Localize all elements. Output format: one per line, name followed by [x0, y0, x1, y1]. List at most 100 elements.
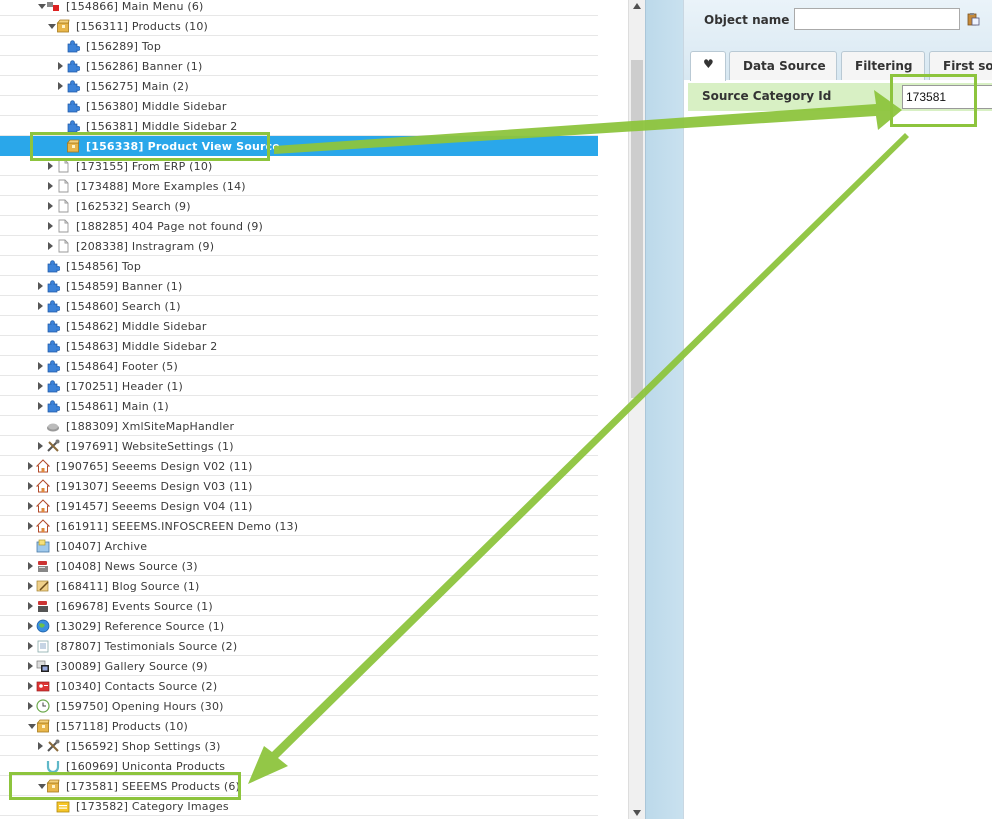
collapsed-arrow-icon[interactable]: [28, 622, 33, 630]
tree-row[interactable]: [154862] Middle Sidebar: [0, 316, 598, 336]
tree-row[interactable]: [154866] Main Menu (6): [0, 0, 598, 16]
tree-row[interactable]: [188285] 404 Page not found (9): [0, 216, 598, 236]
tree-row[interactable]: [169678] Events Source (1): [0, 596, 598, 616]
tab-data-source[interactable]: Data Source: [729, 51, 837, 80]
tree-row[interactable]: [156275] Main (2): [0, 76, 598, 96]
tree-row[interactable]: [156338] Product View Source: [0, 136, 598, 156]
tab-filtering[interactable]: Filtering: [841, 51, 925, 80]
tree-row-label: [208338] Instragram (9): [76, 240, 215, 253]
tree-row[interactable]: [10407] Archive: [0, 536, 598, 556]
tree-row-label: [156311] Products (10): [76, 20, 209, 33]
tree-row[interactable]: [10340] Contacts Source (2): [0, 676, 598, 696]
collapsed-arrow-icon[interactable]: [28, 502, 33, 510]
collapsed-arrow-icon[interactable]: [38, 402, 43, 410]
tree-row[interactable]: [87807] Testimonials Source (2): [0, 636, 598, 656]
tree-row-label: [30089] Gallery Source (9): [56, 660, 208, 673]
house-icon: [36, 479, 50, 493]
collapsed-arrow-icon[interactable]: [28, 522, 33, 530]
scroll-up-arrow-icon[interactable]: [633, 3, 641, 9]
tree-row[interactable]: [156592] Shop Settings (3): [0, 736, 598, 756]
tree-row-label: [154861] Main (1): [66, 400, 169, 413]
tree-row[interactable]: [159750] Opening Hours (30): [0, 696, 598, 716]
expanded-arrow-icon[interactable]: [38, 784, 46, 789]
folder-icon: [56, 801, 70, 813]
collapsed-arrow-icon[interactable]: [48, 242, 53, 250]
collapsed-arrow-icon[interactable]: [28, 702, 33, 710]
collapsed-arrow-icon[interactable]: [38, 302, 43, 310]
collapsed-arrow-icon[interactable]: [48, 162, 53, 170]
collapsed-arrow-icon[interactable]: [48, 202, 53, 210]
tree-row[interactable]: [154856] Top: [0, 256, 598, 276]
tree-row[interactable]: [154861] Main (1): [0, 396, 598, 416]
tab-favorites[interactable]: ♥: [690, 51, 726, 81]
tree-row[interactable]: [154864] Footer (5): [0, 356, 598, 376]
tree-row[interactable]: [188309] XmlSiteMapHandler: [0, 416, 598, 436]
tree-row[interactable]: [173581] SEEEMS Products (6): [0, 776, 598, 796]
tree-row[interactable]: [156286] Banner (1): [0, 56, 598, 76]
source-category-input[interactable]: [902, 85, 992, 109]
collapsed-arrow-icon[interactable]: [38, 442, 43, 450]
tree-row-label: [197691] WebsiteSettings (1): [66, 440, 234, 453]
tree-row[interactable]: [156381] Middle Sidebar 2: [0, 116, 598, 136]
collapsed-arrow-icon[interactable]: [28, 602, 33, 610]
tree-row[interactable]: [173488] More Examples (14): [0, 176, 598, 196]
object-name-input[interactable]: [794, 8, 960, 30]
tree-row[interactable]: [208338] Instragram (9): [0, 236, 598, 256]
tree-row-label: [162532] Search (9): [76, 200, 191, 213]
tree-scrollbar[interactable]: [628, 0, 645, 819]
tree-row[interactable]: [10408] News Source (3): [0, 556, 598, 576]
page-icon: [58, 159, 69, 173]
tree-row[interactable]: [154860] Search (1): [0, 296, 598, 316]
tree-row[interactable]: [161911] SEEEMS.INFOSCREEN Demo (13): [0, 516, 598, 536]
collapsed-arrow-icon[interactable]: [28, 562, 33, 570]
expanded-arrow-icon[interactable]: [48, 24, 56, 29]
tree-row[interactable]: [157118] Products (10): [0, 716, 598, 736]
collapsed-arrow-icon[interactable]: [28, 462, 33, 470]
scroll-down-arrow-icon[interactable]: [633, 810, 641, 816]
clipboard-icon[interactable]: [966, 12, 980, 26]
tree-row-label: [188309] XmlSiteMapHandler: [66, 420, 235, 433]
tab-first-source[interactable]: First so: [929, 51, 992, 80]
content-tree: [154866] Main Menu (6) [156311] Products …: [0, 0, 628, 819]
collapsed-arrow-icon[interactable]: [38, 742, 43, 750]
tree-row[interactable]: [154859] Banner (1): [0, 276, 598, 296]
tree-row[interactable]: [197691] WebsiteSettings (1): [0, 436, 598, 456]
collapsed-arrow-icon[interactable]: [28, 482, 33, 490]
tree-row[interactable]: [156311] Products (10): [0, 16, 598, 36]
tree-row[interactable]: [170251] Header (1): [0, 376, 598, 396]
collapsed-arrow-icon[interactable]: [38, 282, 43, 290]
tree-row-label: [87807] Testimonials Source (2): [56, 640, 238, 653]
expanded-arrow-icon[interactable]: [38, 4, 46, 9]
tree-row[interactable]: [13029] Reference Source (1): [0, 616, 598, 636]
collapsed-arrow-icon[interactable]: [28, 662, 33, 670]
collapsed-arrow-icon[interactable]: [28, 582, 33, 590]
box-icon: [36, 719, 50, 733]
tree-row[interactable]: [191307] Seeems Design V03 (11): [0, 476, 598, 496]
collapsed-arrow-icon[interactable]: [38, 382, 43, 390]
tree-row[interactable]: [156380] Middle Sidebar: [0, 96, 598, 116]
contacts-icon: [36, 681, 50, 692]
tree-row[interactable]: [156289] Top: [0, 36, 598, 56]
tree-row-label: [169678] Events Source (1): [56, 600, 213, 613]
tree-row[interactable]: [30089] Gallery Source (9): [0, 656, 598, 676]
collapsed-arrow-icon[interactable]: [58, 82, 63, 90]
collapsed-arrow-icon[interactable]: [28, 682, 33, 690]
tree-row[interactable]: [190765] Seeems Design V02 (11): [0, 456, 598, 476]
tree-row[interactable]: [162532] Search (9): [0, 196, 598, 216]
tree-row-label: [168411] Blog Source (1): [56, 580, 200, 593]
tree-row[interactable]: [173155] From ERP (10): [0, 156, 598, 176]
collapsed-arrow-icon[interactable]: [28, 642, 33, 650]
collapsed-arrow-icon[interactable]: [48, 182, 53, 190]
scroll-thumb[interactable]: [631, 60, 643, 398]
tree-row[interactable]: [154863] Middle Sidebar 2: [0, 336, 598, 356]
collapsed-arrow-icon[interactable]: [38, 362, 43, 370]
tree-row-label: [160969] Uniconta Products: [66, 760, 226, 773]
collapsed-arrow-icon[interactable]: [58, 62, 63, 70]
tree-row[interactable]: [173582] Category Images: [0, 796, 598, 816]
tree-row-label: [170251] Header (1): [66, 380, 184, 393]
tree-row[interactable]: [160969] Uniconta Products: [0, 756, 598, 776]
tree-row[interactable]: [191457] Seeems Design V04 (11): [0, 496, 598, 516]
tree-row[interactable]: [168411] Blog Source (1): [0, 576, 598, 596]
collapsed-arrow-icon[interactable]: [48, 222, 53, 230]
expanded-arrow-icon[interactable]: [28, 724, 36, 729]
